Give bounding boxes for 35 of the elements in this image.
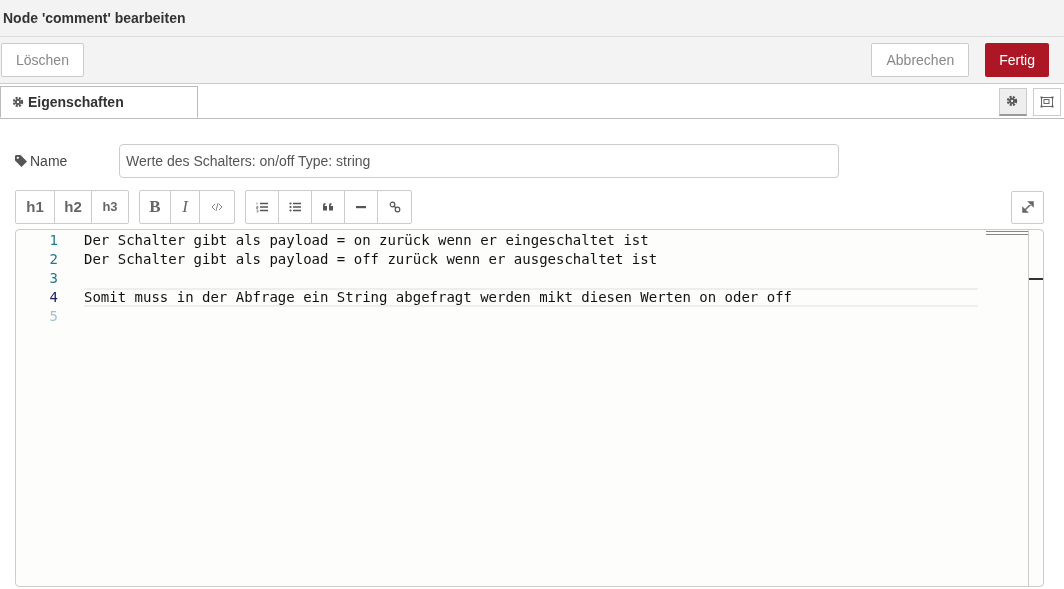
code-line: Somit muss in der Abfrage ein String abgefragt werden mikt diesen Werten on oder off [84,288,792,307]
settings-tab[interactable] [999,87,1027,116]
link-icon [388,201,401,213]
scrollbar[interactable] [1028,230,1043,586]
cancel-button[interactable]: Abbrechen [871,43,970,77]
bullet-list-icon [289,201,301,213]
properties-tab[interactable]: Eigenschaften [0,86,198,118]
expand-icon [1021,201,1034,213]
line-number: 4 [48,288,58,307]
line-number: 1 [48,231,58,250]
heading-2-button[interactable]: h2 [55,191,92,223]
line-number: 2 [48,250,58,269]
bold-button[interactable]: B [140,191,171,223]
line-number: 3 [48,269,58,288]
gear-icon [12,96,24,108]
line-number: 5 [48,307,58,326]
code-icon [211,201,223,213]
heading-3-button[interactable]: h3 [92,191,128,223]
tag-icon [15,155,27,167]
name-input[interactable]: Werte des Schalters: on/off Type: string [119,144,839,178]
heading-1-button[interactable]: h1 [16,191,55,223]
italic-button[interactable]: I [171,191,200,223]
scroll-marker [1029,278,1043,280]
ordered-list-icon [256,201,268,213]
expand-button[interactable] [1011,190,1044,224]
frame-tab[interactable] [1033,87,1061,116]
done-button[interactable]: Fertig [985,43,1049,77]
frame-icon [1040,95,1054,108]
name-label: Name [30,151,68,171]
delete-button[interactable]: Löschen [1,43,84,77]
code-line: Der Schalter gibt als payload = off zurück wenn er ausgeschaltet ist [84,250,658,269]
settings-icon [1006,95,1020,107]
quote-icon [322,201,334,213]
code-line: Der Schalter gibt als payload = on zurück wenn er eingeschaltet ist [84,231,649,250]
window-title: Node 'comment' bearbeiten [3,8,186,28]
